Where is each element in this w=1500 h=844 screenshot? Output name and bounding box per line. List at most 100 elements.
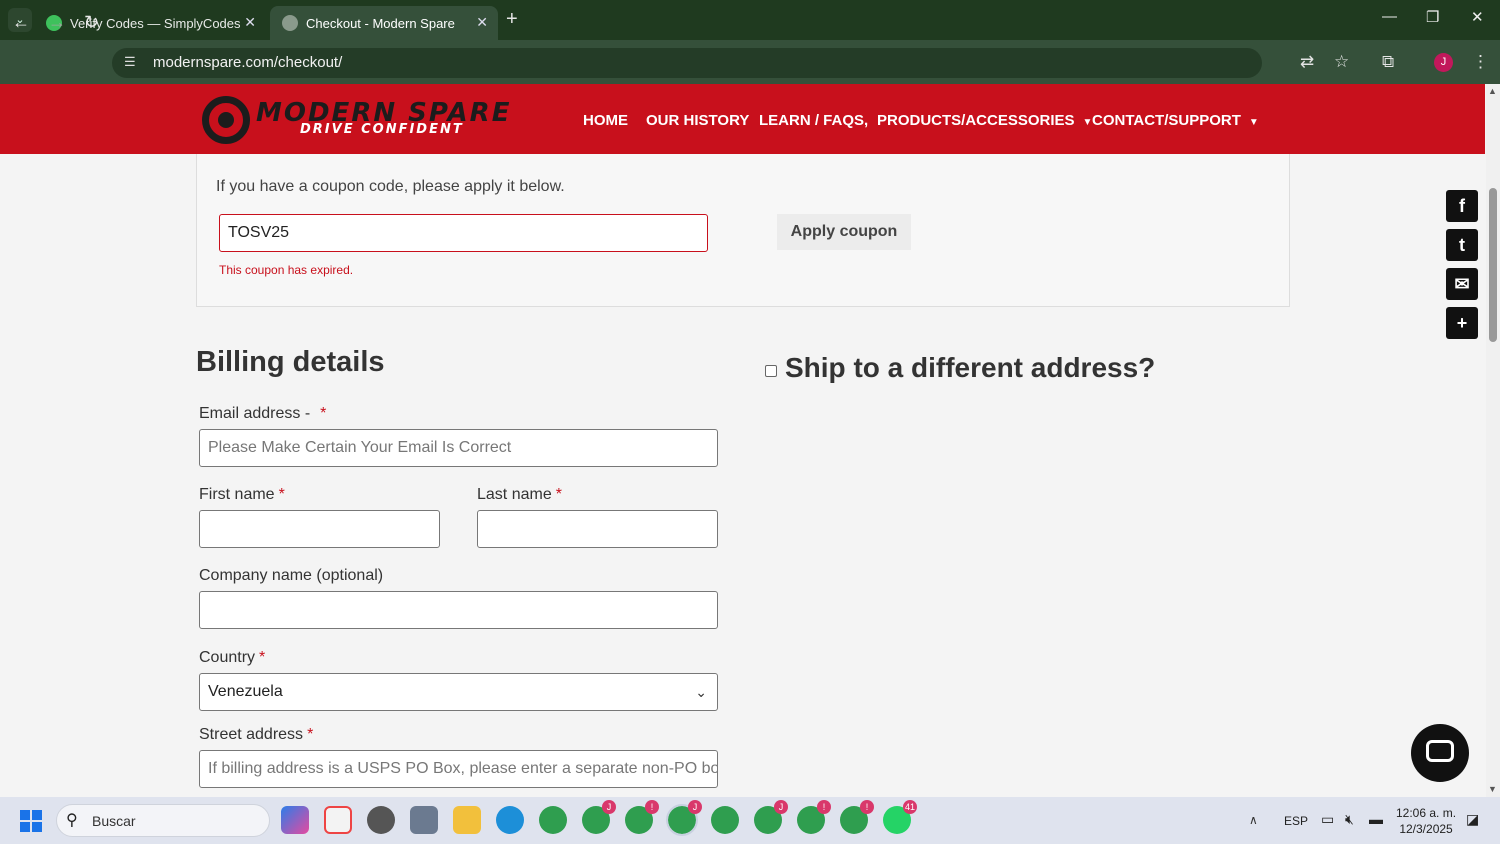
email-label: Email address - * (199, 405, 326, 423)
first-name-label-text: First name (199, 486, 275, 503)
close-tab-icon[interactable]: ✕ (244, 14, 256, 31)
email-label-text: Email address - (199, 405, 311, 422)
site-info-icon[interactable]: ☰ (124, 54, 136, 70)
new-tab-icon[interactable]: + (506, 8, 518, 31)
chat-bubble-icon (1426, 740, 1454, 762)
billing-title: Billing details (196, 346, 385, 378)
coupon-message: If you have a coupon code, please apply … (216, 178, 565, 195)
menu-label: PRODUCTS/ACCESSORIES (877, 112, 1075, 129)
last-name-label-text: Last name (477, 486, 552, 503)
street-label: Street address * (199, 726, 313, 744)
tab-checkout[interactable]: Checkout - Modern Spare ✕ (270, 6, 498, 40)
scroll-down-icon[interactable]: ▼ (1488, 784, 1497, 794)
taskbar-badge: ! (645, 800, 659, 814)
menu-home[interactable]: HOME (583, 112, 628, 129)
chrome-profile-icon[interactable]: ! (797, 800, 831, 834)
company-field[interactable] (199, 591, 718, 629)
close-tab-icon[interactable]: ✕ (476, 14, 488, 31)
tab-simplycodes[interactable]: Verify Codes — SimplyCodes ✕ (34, 6, 266, 40)
country-select[interactable]: Venezuela ⌄ (199, 673, 718, 711)
coupon-code-input[interactable]: TOSV25 (219, 214, 708, 252)
network-icon[interactable]: ▭ (1321, 811, 1334, 828)
translate-icon[interactable]: ⇄ (1300, 52, 1314, 72)
scroll-up-icon[interactable]: ▲ (1488, 86, 1497, 96)
chrome-active-icon[interactable]: J (666, 800, 702, 836)
coupon-error: This coupon has expired. (219, 263, 354, 277)
url-text[interactable]: modernspare.com/checkout/ (153, 54, 342, 71)
required-mark: * (259, 649, 266, 666)
caret-down-icon: ▼ (1082, 117, 1093, 128)
menu-products-accessories[interactable]: PRODUCTS/ACCESSORIES ▼ (877, 112, 1092, 129)
share-plus-icon[interactable]: + (1446, 307, 1478, 339)
last-name-field[interactable] (477, 510, 718, 548)
chrome-profile-icon[interactable]: J (582, 800, 616, 834)
menu-our-history[interactable]: OUR HISTORY (646, 112, 749, 129)
menu-learn-faqs[interactable]: LEARN / FAQS, (759, 112, 868, 129)
last-name-label: Last name * (477, 486, 562, 504)
clock[interactable]: 12:06 a. m. 12/3/2025 (1396, 805, 1456, 837)
taskbar-search[interactable] (56, 804, 270, 837)
caret-down-icon: ▼ (1248, 117, 1259, 128)
logo-tagline: DRIVE CONFIDENT (300, 122, 464, 137)
country-value: Venezuela (208, 683, 283, 700)
clock-app-icon[interactable] (367, 806, 395, 834)
email-field[interactable]: Please Make Certain Your Email Is Correc… (199, 429, 718, 467)
taskbar-badge: J (688, 800, 702, 814)
tray-overflow-icon[interactable]: ∧ (1249, 813, 1258, 827)
company-label: Company name (optional) (199, 567, 384, 584)
country-label-text: Country (199, 649, 256, 666)
browser-menu-icon[interactable]: ⋮ (1472, 52, 1489, 72)
notifications-icon[interactable]: ◪ (1466, 811, 1479, 828)
taskbar-badge: ! (860, 800, 874, 814)
country-label: Country * (199, 649, 265, 667)
profile-avatar[interactable]: J (1434, 53, 1453, 72)
scrollbar-thumb[interactable] (1489, 188, 1497, 342)
facebook-icon[interactable]: f (1446, 190, 1478, 222)
forward-icon[interactable]: → (48, 12, 66, 33)
edge-icon[interactable] (496, 806, 524, 834)
twitter-icon[interactable]: t (1446, 229, 1478, 261)
logo-hub (218, 112, 234, 128)
apply-coupon-button[interactable]: Apply coupon (777, 214, 911, 250)
email-icon[interactable]: ✉ (1446, 268, 1478, 300)
bookmark-star-icon[interactable]: ☆ (1334, 52, 1349, 72)
clock-time: 12:06 a. m. (1396, 806, 1457, 820)
windows-start-icon[interactable] (20, 810, 42, 832)
first-name-field[interactable] (199, 510, 440, 548)
search-icon: ⚲ (66, 812, 78, 829)
chrome-profile-icon[interactable] (711, 806, 739, 834)
required-mark: * (555, 486, 562, 503)
menu-contact-support[interactable]: CONTACT/SUPPORT ▼ (1092, 112, 1259, 129)
language-indicator[interactable]: ESP (1284, 814, 1308, 828)
menu-label: CONTACT/SUPPORT (1092, 112, 1241, 129)
street-address-field[interactable]: If billing address is a USPS PO Box, ple… (199, 750, 718, 788)
battery-icon[interactable]: ▬ (1369, 811, 1383, 827)
taskbar-badge: J (774, 800, 788, 814)
minimize-icon[interactable]: — (1382, 8, 1397, 25)
chrome-profile-icon[interactable]: ! (625, 800, 659, 834)
calculator-icon[interactable] (410, 806, 438, 834)
chrome-profile-icon[interactable]: ! (840, 800, 874, 834)
whatsapp-icon[interactable]: 41 (883, 800, 917, 834)
chrome-profile-icon[interactable]: J (754, 800, 788, 834)
reload-icon[interactable]: ↻ (84, 12, 99, 33)
tab-title: Checkout - Modern Spare (306, 15, 455, 31)
taskbar-badge: ! (817, 800, 831, 814)
store-icon[interactable] (324, 806, 352, 834)
restore-icon[interactable]: ❐ (1426, 8, 1439, 26)
copilot-icon[interactable] (281, 806, 309, 834)
file-explorer-icon[interactable] (453, 806, 481, 834)
chrome-profile-icon[interactable] (539, 806, 567, 834)
required-mark: * (320, 405, 327, 422)
extensions-icon[interactable]: ⧉ (1382, 52, 1394, 72)
back-icon[interactable]: ← (12, 12, 30, 33)
ship-different-checkbox[interactable] (765, 365, 777, 377)
required-mark: * (307, 726, 314, 743)
volume-muted-icon[interactable]: 🔇︎ (1345, 811, 1354, 828)
first-name-label: First name * (199, 486, 285, 504)
close-window-icon[interactable]: ✕ (1471, 8, 1484, 26)
ship-different-label[interactable]: Ship to a different address? (785, 352, 1155, 384)
taskbar-badge: J (602, 800, 616, 814)
street-label-text: Street address (199, 726, 304, 743)
required-mark: * (278, 486, 285, 503)
